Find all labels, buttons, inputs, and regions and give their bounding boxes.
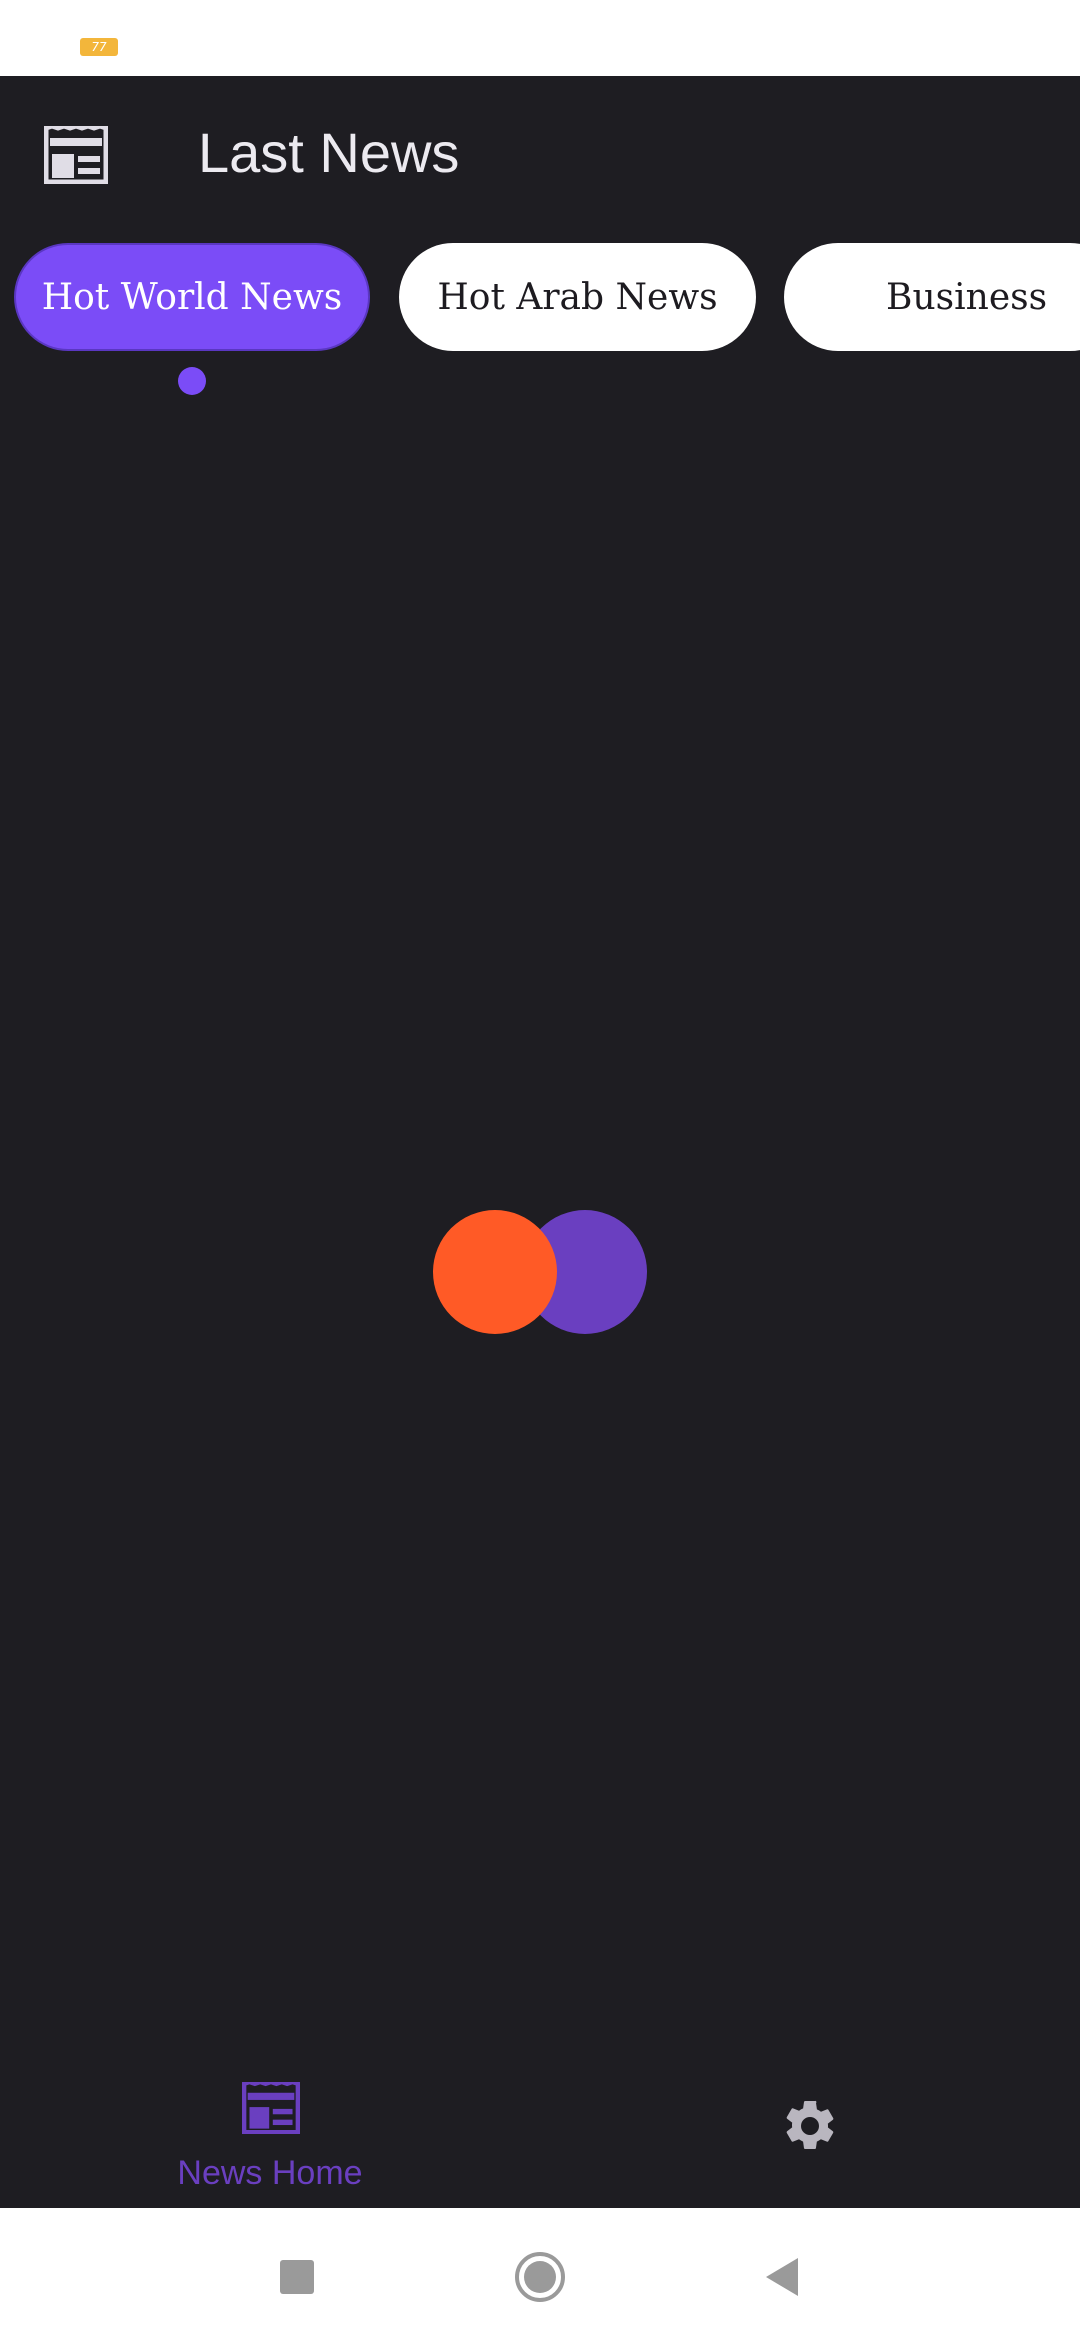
tab-hot-world-news[interactable]: Hot World News bbox=[14, 243, 370, 351]
battery-level: 77 bbox=[91, 40, 107, 54]
app-bar: Last News bbox=[0, 76, 1080, 226]
newspaper-icon bbox=[44, 126, 108, 184]
tab-business[interactable]: Business bbox=[784, 243, 1080, 351]
home-circle-icon[interactable] bbox=[513, 2250, 567, 2304]
battery-icon: 77 bbox=[80, 38, 118, 56]
active-tab-indicator bbox=[178, 367, 206, 395]
nav-item-news-home[interactable]: News Home bbox=[160, 2080, 380, 2200]
gear-icon[interactable] bbox=[780, 2096, 840, 2156]
bottom-navigation: News Home bbox=[0, 2070, 1080, 2208]
page-title: Last News bbox=[198, 121, 460, 184]
back-triangle-icon[interactable] bbox=[756, 2250, 810, 2304]
tab-hot-arab-news[interactable]: Hot Arab News bbox=[399, 243, 756, 351]
recents-square-icon[interactable] bbox=[270, 2250, 324, 2304]
status-bar: 77 bbox=[0, 0, 1080, 76]
newspaper-icon bbox=[242, 2082, 300, 2134]
tab-label: Business bbox=[886, 276, 1048, 318]
category-tabs: Hot World News Hot Arab News Business bbox=[0, 243, 1080, 355]
loading-indicator bbox=[433, 1210, 647, 1336]
tab-label: Hot Arab News bbox=[437, 276, 718, 318]
tab-label: Hot World News bbox=[41, 276, 343, 318]
nav-item-label: News Home bbox=[177, 2154, 363, 2192]
system-navigation-bar bbox=[0, 2208, 1080, 2340]
loader-dot-orange bbox=[433, 1210, 557, 1334]
